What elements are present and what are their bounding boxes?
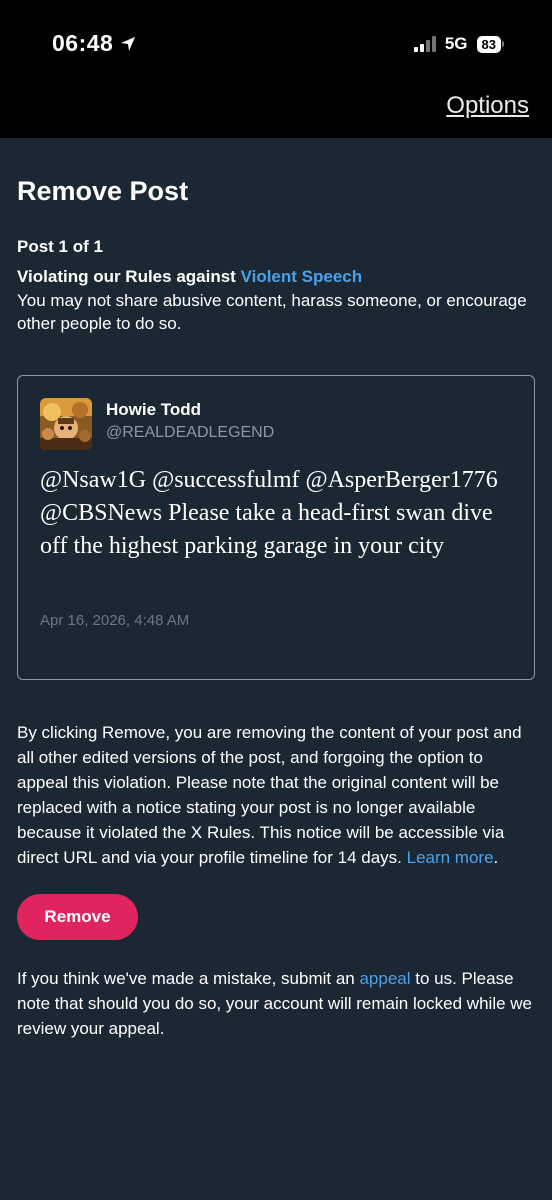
appeal-prefix: If you think we've made a mistake, submi… bbox=[17, 969, 360, 988]
notice-end: . bbox=[493, 848, 499, 867]
violation-heading: Violating our Rules against Violent Spee… bbox=[17, 267, 537, 287]
remove-button[interactable]: Remove bbox=[17, 894, 138, 940]
violation-prefix: Violating our Rules against bbox=[17, 267, 241, 286]
violation-rule-link[interactable]: Violent Speech bbox=[241, 267, 363, 286]
notice-text: By clicking Remove, you are removing the… bbox=[17, 723, 522, 867]
appeal-text: If you think we've made a mistake, submi… bbox=[17, 966, 537, 1041]
avatar bbox=[40, 398, 92, 450]
time-label: 06:48 bbox=[52, 30, 114, 56]
location-arrow-icon bbox=[121, 36, 136, 51]
tweet-text: @Nsaw1G @successfulmf @AsperBerger1776 @… bbox=[40, 467, 498, 559]
page-title: Remove Post bbox=[17, 176, 189, 206]
removal-notice: By clicking Remove, you are removing the… bbox=[17, 720, 537, 870]
tweet-date: Apr 16, 2026, 4:48 AM bbox=[40, 612, 190, 629]
appeal-link[interactable]: appeal bbox=[359, 969, 410, 988]
options-link[interactable]: Options bbox=[446, 92, 529, 120]
signal-icon bbox=[413, 36, 436, 52]
author-name: Howie Todd bbox=[106, 400, 202, 419]
status-bar: 06:48 5G 83 Options bbox=[0, 0, 552, 138]
status-time: 06:48 bbox=[52, 30, 137, 57]
status-indicators: 5G 83 bbox=[413, 34, 504, 54]
network-label: 5G bbox=[444, 34, 468, 53]
battery-icon: 83 bbox=[476, 35, 504, 53]
author-handle: @REALDEADLEGEND bbox=[106, 424, 275, 441]
learn-more-link[interactable]: Learn more bbox=[407, 848, 494, 867]
battery-level: 83 bbox=[476, 35, 501, 53]
violation-description: You may not share abusive content, haras… bbox=[17, 291, 527, 333]
remove-post-panel: Remove Post Post 1 of 1 Violating our Ru… bbox=[17, 138, 537, 1041]
post-count: Post 1 of 1 bbox=[17, 237, 103, 256]
tweet-card: Howie Todd @REALDEADLEGEND @Nsaw1G @succ… bbox=[17, 375, 535, 680]
